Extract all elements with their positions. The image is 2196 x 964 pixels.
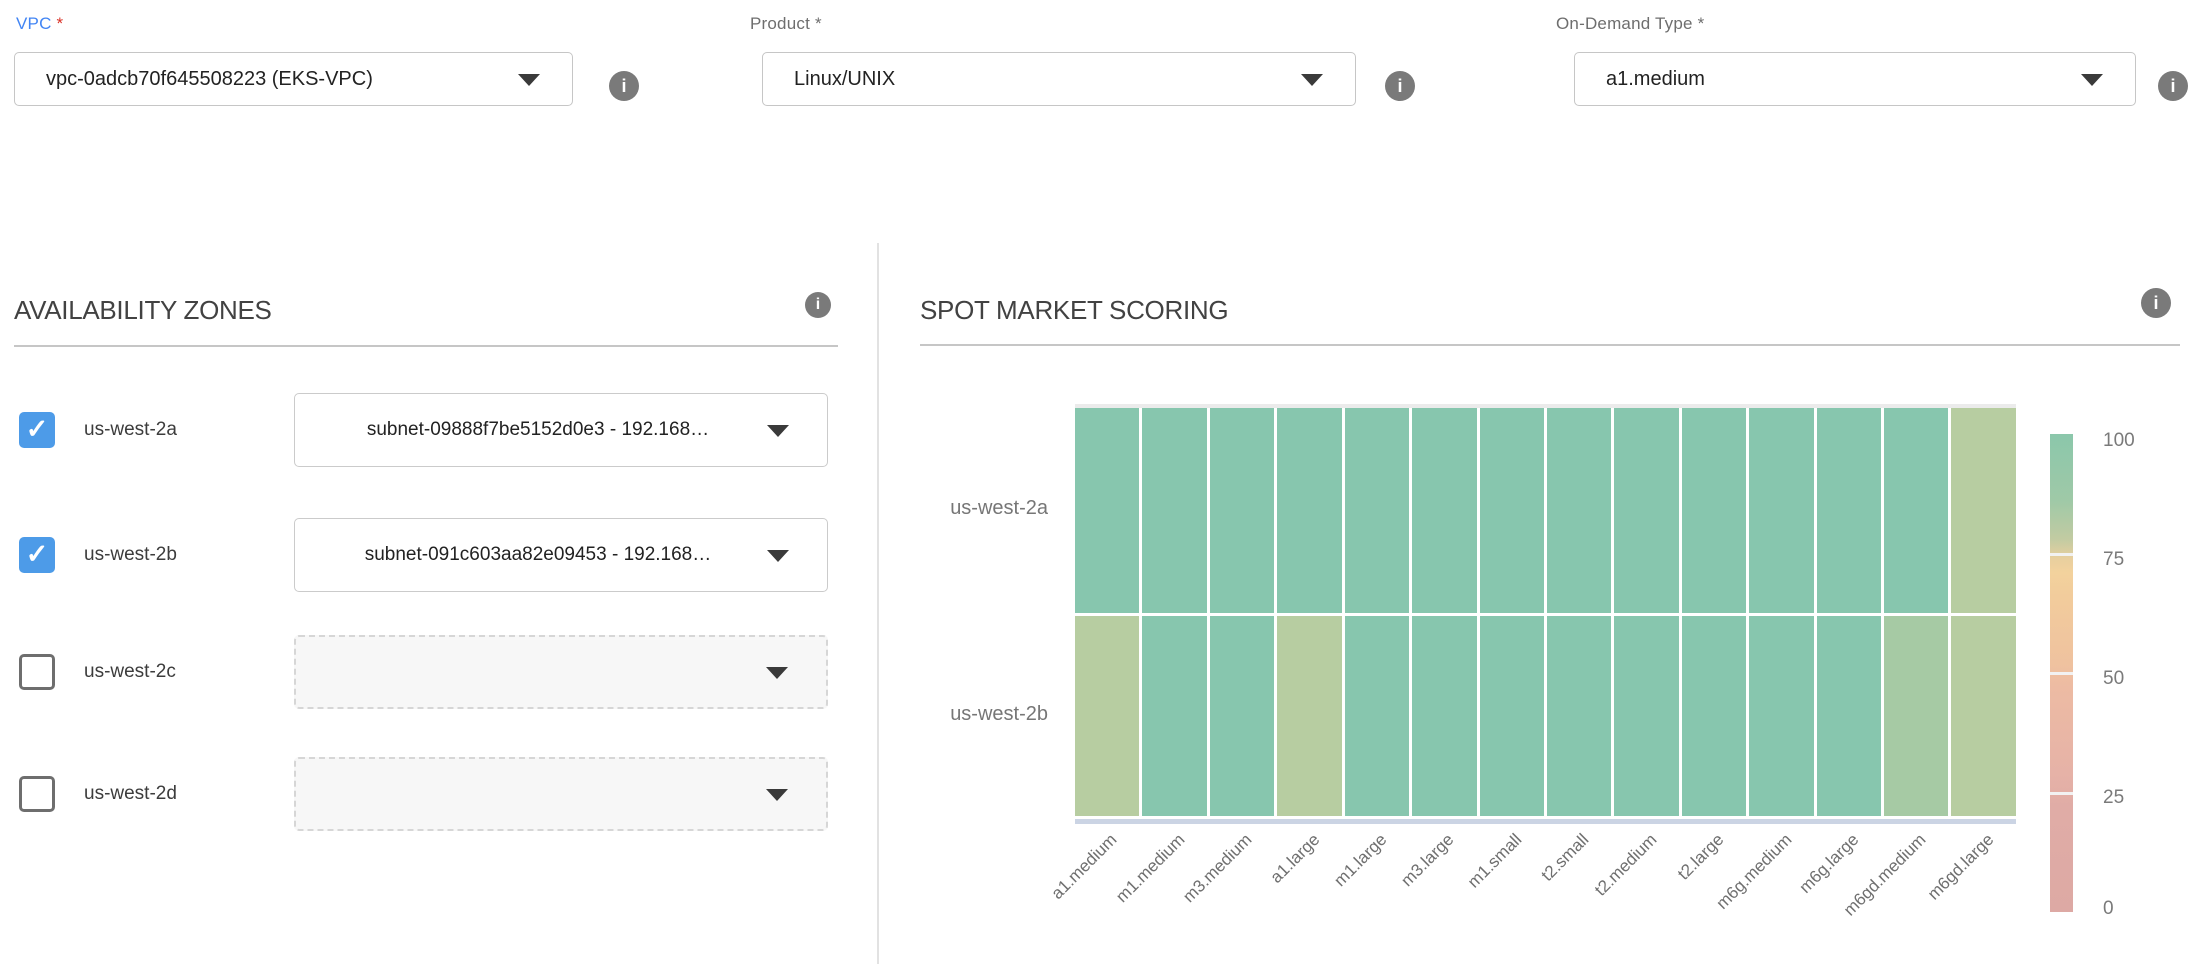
product-select[interactable]: Linux/UNIX	[762, 52, 1356, 106]
colorbar-tick-line	[2050, 792, 2073, 795]
heatmap-cell	[1817, 616, 1881, 816]
vpc-label: VPC *	[16, 14, 63, 34]
y-axis-label: us-west-2a	[860, 497, 1048, 520]
chevron-down-icon	[766, 667, 788, 679]
on-demand-type-info-icon[interactable]: i	[2158, 71, 2188, 101]
heatmap-cell	[1884, 616, 1948, 816]
heatmap-cell	[1075, 616, 1139, 816]
heatmap-cell	[1884, 408, 1948, 613]
availability-zones-title: AVAILABILITY ZONES	[14, 295, 272, 326]
heatmap-cell	[1749, 408, 1813, 613]
heatmap-cell	[1951, 616, 2015, 816]
heatmap-cell	[1277, 616, 1341, 816]
az-subnet-select-2[interactable]	[294, 635, 828, 709]
az-zone-label: us-west-2a	[84, 393, 284, 467]
heatmap-cell	[1614, 616, 1678, 816]
az-subnet-value: subnet-091c603aa82e09453 - 192.168…	[365, 544, 758, 566]
heatmap-axis-line	[1075, 819, 2016, 824]
az-row: us-west-2d	[0, 757, 877, 831]
spot-market-scoring-title: SPOT MARKET SCORING	[920, 295, 1228, 326]
heatmap-cell	[1412, 616, 1476, 816]
az-subnet-select-0[interactable]: subnet-09888f7be5152d0e3 - 192.168…	[294, 393, 828, 467]
heatmap	[1075, 408, 2016, 816]
heatmap-cell	[1682, 616, 1746, 816]
heatmap-cell	[1142, 408, 1206, 613]
chevron-down-icon	[1301, 74, 1323, 86]
heatmap-cell	[1951, 408, 2015, 613]
on-demand-type-select[interactable]: a1.medium	[1574, 52, 2136, 106]
az-checkbox-3[interactable]	[19, 776, 55, 812]
colorbar-tick-label: 25	[2103, 787, 2124, 809]
az-checkbox-0[interactable]: ✓	[19, 412, 55, 448]
product-info-icon[interactable]: i	[1385, 71, 1415, 101]
colorbar-tick-line	[2050, 553, 2073, 556]
heatmap-cell	[1480, 616, 1544, 816]
heatmap-cell	[1547, 616, 1611, 816]
spot-market-scoring-rule	[920, 344, 2180, 346]
az-zone-label: us-west-2b	[84, 518, 284, 592]
colorbar-tick-label: 75	[2103, 549, 2124, 571]
availability-zones-rule	[14, 345, 838, 347]
heatmap-cell	[1480, 408, 1544, 613]
az-row: ✓ us-west-2b subnet-091c603aa82e09453 - …	[0, 518, 877, 592]
chevron-down-icon	[2081, 74, 2103, 86]
y-axis-label: us-west-2b	[860, 703, 1048, 726]
vpc-label-text: VPC	[16, 14, 52, 33]
colorbar-tick-label: 100	[2103, 430, 2135, 452]
heatmap-cell	[1345, 616, 1409, 816]
heatmap-cell	[1210, 408, 1274, 613]
section-divider	[877, 243, 879, 964]
colorbar-tick-label: 50	[2103, 668, 2124, 690]
checkmark-icon: ✓	[26, 541, 49, 568]
az-zone-label: us-west-2c	[84, 635, 284, 709]
heatmap-cell	[1412, 408, 1476, 613]
vpc-info-icon[interactable]: i	[609, 71, 639, 101]
heatmap-cell	[1614, 408, 1678, 613]
heatmap-row	[1075, 616, 2016, 816]
az-subnet-select-3[interactable]	[294, 757, 828, 831]
x-axis-label: a1.medium	[952, 830, 1122, 964]
heatmap-cell	[1682, 408, 1746, 613]
heatmap-cell	[1547, 408, 1611, 613]
colorbar	[2050, 434, 2073, 912]
required-asterisk: *	[815, 14, 822, 33]
az-checkbox-1[interactable]: ✓	[19, 537, 55, 573]
colorbar-tick-line	[2050, 672, 2073, 675]
heatmap-cell	[1749, 616, 1813, 816]
chevron-down-icon	[767, 425, 789, 437]
on-demand-type-label: On-Demand Type *	[1556, 14, 1704, 34]
product-label: Product *	[750, 14, 822, 34]
az-row: us-west-2c	[0, 635, 877, 709]
chevron-down-icon	[766, 789, 788, 801]
required-asterisk: *	[1698, 14, 1705, 33]
heatmap-cell	[1345, 408, 1409, 613]
vpc-select[interactable]: vpc-0adcb70f645508223 (EKS-VPC)	[14, 52, 573, 106]
product-select-value: Linux/UNIX	[794, 68, 895, 91]
az-zone-label: us-west-2d	[84, 757, 284, 831]
chevron-down-icon	[767, 550, 789, 562]
heatmap-cell	[1277, 408, 1341, 613]
az-subnet-value: subnet-09888f7be5152d0e3 - 192.168…	[367, 419, 755, 441]
az-row: ✓ us-west-2a subnet-09888f7be5152d0e3 - …	[0, 393, 877, 467]
heatmap-cell	[1817, 408, 1881, 613]
heatmap-cell	[1142, 616, 1206, 816]
az-subnet-select-1[interactable]: subnet-091c603aa82e09453 - 192.168…	[294, 518, 828, 592]
az-checkbox-2[interactable]	[19, 654, 55, 690]
heatmap-cell	[1210, 616, 1274, 816]
heatmap-cell	[1075, 408, 1139, 613]
availability-zones-info-icon[interactable]: i	[805, 292, 831, 318]
on-demand-type-select-value: a1.medium	[1606, 68, 1705, 91]
spot-market-scoring-info-icon[interactable]: i	[2141, 288, 2171, 318]
checkmark-icon: ✓	[26, 416, 49, 443]
heatmap-row	[1075, 408, 2016, 613]
vpc-select-value: vpc-0adcb70f645508223 (EKS-VPC)	[46, 68, 373, 91]
colorbar-tick-label: 0	[2103, 898, 2114, 920]
chevron-down-icon	[518, 74, 540, 86]
page: VPC * vpc-0adcb70f645508223 (EKS-VPC) i …	[0, 0, 2196, 964]
required-asterisk: *	[57, 14, 64, 33]
